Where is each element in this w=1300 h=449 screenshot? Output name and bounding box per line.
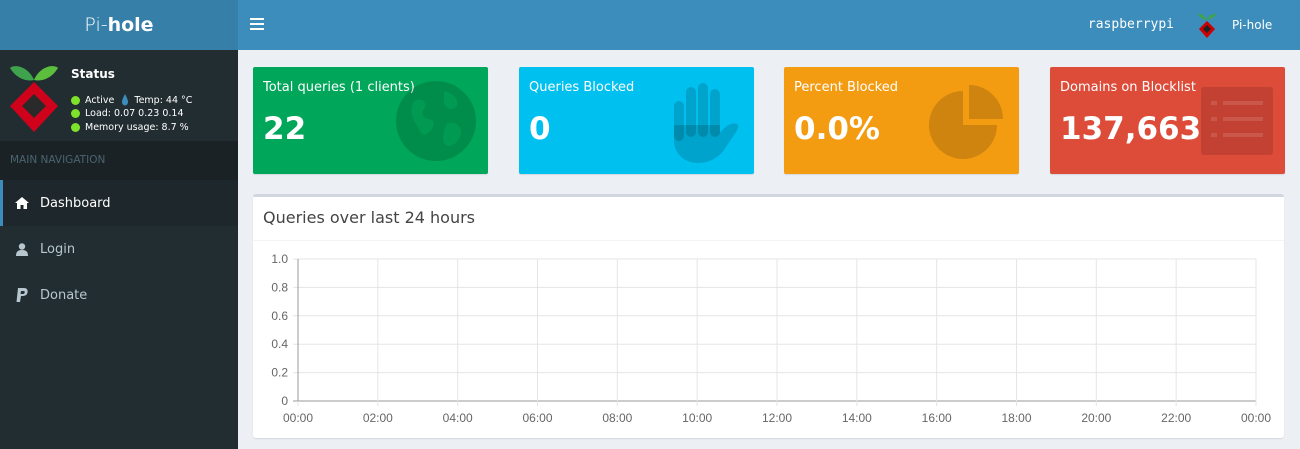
x-tick-label: 14:00 [842,411,872,425]
thermometer-icon [122,94,129,106]
x-tick-label: 00:00 [1241,411,1271,425]
stat-value: 0 [529,111,551,147]
pie-chart-icon [929,85,1003,159]
sidebar-item-label: Login [40,241,76,257]
x-tick-label: 10:00 [682,411,712,425]
user-name: Pi-hole [1232,18,1273,32]
stat-label: Domains on Blocklist [1060,80,1196,95]
stat-domains-blocklist[interactable]: Domains on Blocklist 137,663 [1050,67,1285,174]
sidebar-item-login[interactable]: Login [0,226,238,272]
x-tick-label: 08:00 [602,411,632,425]
x-tick-label: 18:00 [1001,411,1031,425]
y-tick-label: 0.6 [271,309,288,323]
x-tick-label: 04:00 [443,411,473,425]
x-tick-label: 02:00 [363,411,393,425]
x-tick-label: 12:00 [762,411,792,425]
status-title: Status [71,67,115,81]
stat-value: 22 [263,111,307,147]
user-icon [15,242,29,256]
globe-icon [396,81,476,161]
y-tick-label: 1.0 [271,252,288,266]
queries-chart-panel: Queries over last 24 hours 1.0 0.8 0.6 0.4 0… [253,194,1284,438]
x-tick-label: 16:00 [922,411,952,425]
logo-text-light: Pi- [84,14,108,36]
x-tick-label: 22:00 [1161,411,1191,425]
pihole-logo-icon [10,66,58,132]
queries-line-chart[interactable]: 1.0 0.8 0.6 0.4 0.2 0 00:00 02:00 04:00 06:00 08:0… [253,197,1284,438]
sidebar-item-donate[interactable]: Donate [0,272,238,318]
active-dot-icon [71,95,80,105]
sidebar-item-dashboard[interactable]: Dashboard [0,180,238,226]
stat-queries-blocked[interactable]: Queries Blocked 0 [519,67,754,174]
logo-text-bold: hole [107,14,154,36]
y-tick-label: 0.4 [271,337,288,351]
home-icon [15,196,29,210]
status-memory-line: Memory usage: 8.7 % [71,122,189,133]
top-navbar: raspberrypi Pi-hole [238,0,1300,50]
hand-icon [674,83,739,163]
active-label: Active [85,94,115,106]
status-panel: Status Active Temp: 44 °C Load: 0.07 0.2… [0,50,238,141]
y-tick-label: 0 [281,394,288,408]
status-active-line: Active Temp: 44 °C [71,94,192,106]
stat-label: Total queries (1 clients) [263,80,415,95]
nav-header: MAIN NAVIGATION [0,141,238,180]
temp-label: Temp: 44 °C [134,94,193,106]
pihole-logo-icon [1198,13,1216,38]
stat-value: 0.0% [794,111,880,147]
status-load-line: Load: 0.07 0.23 0.14 [71,108,184,119]
hostname: raspberrypi [1087,17,1174,32]
user-menu[interactable]: Pi-hole [1188,0,1300,50]
paypal-icon [15,288,29,302]
sidebar-item-label: Donate [40,287,88,303]
sidebar-item-label: Dashboard [40,195,111,211]
memory-label: Memory usage: 8.7 % [85,122,189,133]
stat-total-queries[interactable]: Total queries (1 clients) 22 [253,67,488,174]
list-icon [1201,87,1273,155]
x-tick-label: 00:00 [283,411,313,425]
sidebar: Status Active Temp: 44 °C Load: 0.07 0.2… [0,50,238,449]
stat-label: Queries Blocked [529,80,635,95]
sidebar-toggle-icon[interactable] [250,15,264,35]
load-label: Load: 0.07 0.23 0.14 [85,108,184,119]
memory-dot-icon [71,123,80,132]
stat-label: Percent Blocked [794,80,898,95]
y-tick-label: 0.8 [271,280,288,294]
x-tick-label: 20:00 [1081,411,1111,425]
x-tick-label: 06:00 [522,411,552,425]
stat-percent-blocked[interactable]: Percent Blocked 0.0% [784,67,1019,174]
y-tick-label: 0.2 [271,366,288,380]
stat-value: 137,663 [1060,111,1202,147]
app-logo[interactable]: Pi-hole [0,0,238,50]
load-dot-icon [71,109,80,118]
